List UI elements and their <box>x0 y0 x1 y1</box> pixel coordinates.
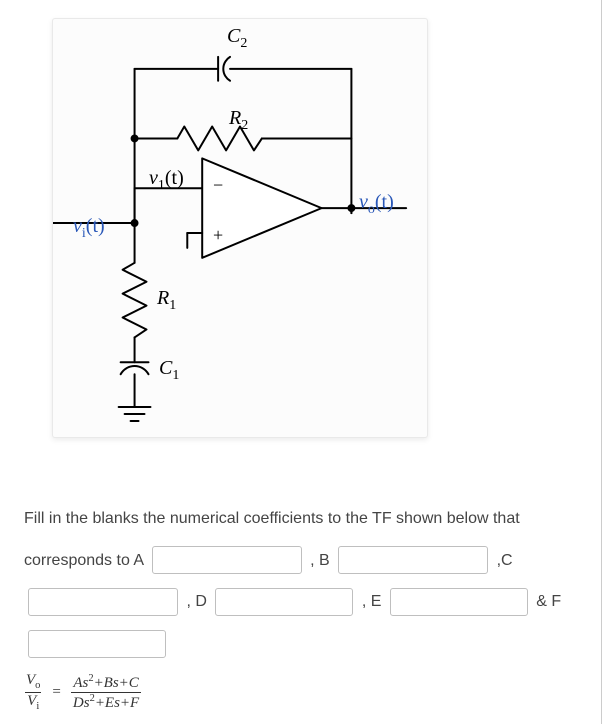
prompt-text-a: corresponds to A <box>24 552 143 569</box>
label-v1t: v1(t) <box>149 167 184 194</box>
page: C2 R2 v1(t) vi(t) vo(t) − + R1 C1 Fill i… <box>0 0 602 724</box>
label-vit: vi(t) <box>73 215 105 242</box>
opamp-plus: + <box>213 225 223 246</box>
sep-e: , E <box>362 593 382 610</box>
fill-in-prompt: Fill in the blanks the numerical coeffic… <box>24 498 582 664</box>
label-c2: C2 <box>227 25 247 52</box>
prompt-line-1: Fill in the blanks the numerical coeffic… <box>24 498 582 540</box>
sep-b: , B <box>310 552 330 569</box>
transfer-function-equation: Vo Vi = As2+Bs+C Ds2+Es+F <box>24 672 141 712</box>
circuit-diagram: C2 R2 v1(t) vi(t) vo(t) − + R1 C1 <box>52 18 428 438</box>
tf-eq-sign: = <box>52 684 60 701</box>
input-b[interactable] <box>338 546 488 574</box>
input-e[interactable] <box>390 588 528 616</box>
circuit-svg <box>53 19 427 437</box>
sep-d: , D <box>186 593 206 610</box>
prompt-row-cde: , D , E & F <box>24 581 582 623</box>
sep-f: & F <box>536 593 561 610</box>
input-d[interactable] <box>215 588 353 616</box>
tf-lhs: Vo Vi <box>24 672 42 712</box>
prompt-row-abc: corresponds to A , B ,C <box>24 540 582 582</box>
label-vot: vo(t) <box>359 191 394 218</box>
input-c[interactable] <box>28 588 178 616</box>
prompt-row-f <box>24 623 582 665</box>
input-a[interactable] <box>152 546 302 574</box>
sep-c: ,C <box>497 552 513 569</box>
opamp-minus: − <box>213 175 223 196</box>
input-f[interactable] <box>28 630 166 658</box>
label-c1: C1 <box>159 357 179 384</box>
label-r2: R2 <box>229 107 248 134</box>
tf-rhs: As2+Bs+C Ds2+Es+F <box>71 673 141 711</box>
label-r1: R1 <box>157 287 176 314</box>
